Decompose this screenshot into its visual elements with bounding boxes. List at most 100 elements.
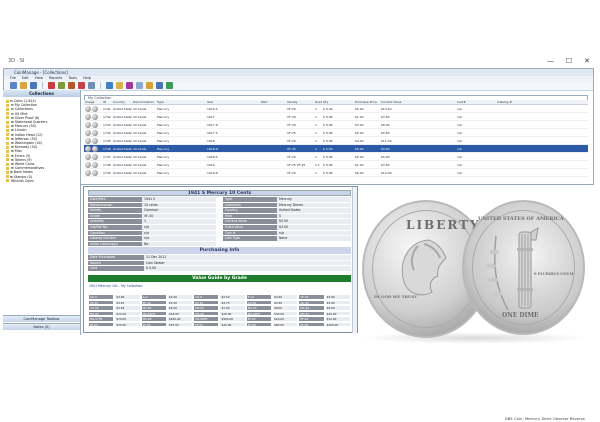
detail-scrollbar[interactable] bbox=[352, 187, 357, 333]
col-variety[interactable]: Variety bbox=[286, 100, 314, 104]
cell-cat: n/a bbox=[457, 171, 462, 175]
folder-icon bbox=[6, 99, 9, 103]
menu-tools[interactable]: Tools bbox=[68, 76, 77, 81]
minimize-button[interactable]: — bbox=[547, 57, 554, 65]
coin-icon[interactable] bbox=[146, 82, 153, 89]
new-icon[interactable] bbox=[10, 82, 17, 89]
cell-denom: 10 Cents bbox=[133, 171, 147, 175]
cell-cv: $1.00 bbox=[355, 163, 364, 167]
cell-id: 1745 bbox=[103, 139, 111, 143]
detail-label: Cat/Ref No. bbox=[88, 224, 142, 230]
delete-icon[interactable] bbox=[48, 82, 55, 89]
folder-icon bbox=[6, 124, 9, 128]
grade-value: $80.00 bbox=[272, 321, 299, 327]
detail-value: Mercury Dimes bbox=[277, 202, 351, 208]
table-row[interactable]: 1749 United States 10 Cents Mercury 1919 D VF… bbox=[84, 169, 588, 177]
menu-view[interactable]: View bbox=[35, 76, 43, 81]
cell-check: $11.00 bbox=[381, 139, 392, 143]
col-id[interactable]: ID bbox=[102, 100, 112, 104]
move-icon[interactable] bbox=[88, 82, 95, 89]
table-row[interactable]: 1744 United States 10 Cents Mercury 1917 S VF… bbox=[84, 129, 588, 137]
notes-button[interactable]: Notes (0) bbox=[3, 323, 80, 330]
grade-label: PF-66 bbox=[140, 321, 167, 327]
table-row[interactable]: 1743 United States 10 Cents Mercury 1917 D VF… bbox=[84, 121, 588, 129]
coin-thumb-icon bbox=[92, 129, 98, 136]
cell-denom: 10 Cents bbox=[133, 131, 147, 135]
add-icon[interactable] bbox=[58, 82, 65, 89]
cell-blank bbox=[496, 137, 536, 144]
col-current-value[interactable]: Current Value bbox=[380, 100, 456, 104]
grade-label: PF-67 bbox=[193, 321, 220, 327]
toolbox-button[interactable]: CoinManage Toolbox bbox=[3, 315, 80, 322]
col-purchase-price[interactable]: Purchase Price bbox=[354, 100, 380, 104]
col-catalog[interactable]: Catalog # bbox=[496, 100, 536, 104]
pencil-icon[interactable] bbox=[116, 82, 123, 89]
cell-year: 1919 bbox=[207, 163, 215, 167]
menu-file[interactable]: File bbox=[10, 76, 16, 81]
detail-row: Cert Type None bbox=[223, 236, 351, 242]
cell-blank bbox=[260, 145, 286, 152]
coin-thumb-icon bbox=[92, 137, 98, 144]
cell-price: $ 0.00 bbox=[323, 115, 333, 119]
refresh-icon[interactable] bbox=[166, 82, 173, 89]
cell-grade: VF-20 bbox=[287, 171, 296, 175]
col-grade[interactable]: Grade bbox=[314, 100, 322, 104]
detail-row: Cost $ 0.00 bbox=[88, 266, 351, 272]
col-cert[interactable]: Cert# bbox=[456, 100, 496, 104]
col-mint[interactable]: Mint bbox=[260, 100, 286, 104]
detail-label: Collection bbox=[223, 202, 277, 208]
cursor-icon[interactable] bbox=[106, 82, 113, 89]
menu-help[interactable]: Help bbox=[83, 76, 91, 81]
cell-cat: n/a bbox=[457, 115, 462, 119]
col-year[interactable]: Year bbox=[206, 100, 260, 104]
maximize-button[interactable]: ☐ bbox=[566, 57, 572, 65]
save-icon[interactable] bbox=[30, 82, 37, 89]
table-row[interactable]: 1745 United States 10 Cents Mercury 1918 VF-2… bbox=[84, 137, 588, 145]
close-button[interactable]: ✕ bbox=[584, 57, 590, 65]
detail-label: Cert # bbox=[223, 230, 277, 236]
coin-thumb-icon bbox=[92, 161, 98, 168]
folder-icon bbox=[6, 158, 9, 162]
grade-value: $25.00 bbox=[114, 321, 141, 327]
sidebar-header: Collections bbox=[3, 90, 80, 97]
detail-value: n/a bbox=[142, 236, 216, 241]
detail-value: n/a bbox=[142, 224, 216, 230]
table-row[interactable]: 1748 United States 10 Cents Mercury 1919 VF-2… bbox=[84, 161, 588, 169]
menu-reports[interactable]: Reports bbox=[49, 76, 62, 81]
col-qty[interactable]: Qty bbox=[322, 100, 354, 104]
cell-cv: $3.00 bbox=[355, 123, 364, 127]
col-denomination[interactable]: Denomination bbox=[132, 100, 156, 104]
tree-node[interactable]: Wishlist Coins bbox=[6, 179, 77, 183]
table-row[interactable]: 1742 United States 10 Cents Mercury 1917 VF-3… bbox=[84, 113, 588, 121]
report-icon[interactable] bbox=[126, 82, 133, 89]
cell-grade: VF-25 bbox=[287, 131, 296, 135]
cell-price: $ 0.00 bbox=[323, 155, 333, 159]
coin-thumb-icon bbox=[85, 145, 91, 152]
cell-country: United States bbox=[113, 131, 132, 135]
window-controls: — ☐ ✕ bbox=[547, 57, 590, 65]
table-row[interactable]: 1747 United States 10 Cents Mercury 1918 S VF… bbox=[84, 153, 588, 161]
detail-value: 1941 S bbox=[142, 197, 216, 202]
edit-icon[interactable] bbox=[68, 82, 75, 89]
detail-label: Quantity bbox=[88, 219, 142, 224]
detail-label: Condition bbox=[88, 230, 142, 236]
flag-icon[interactable] bbox=[78, 82, 85, 89]
coin-thumb-icon bbox=[85, 153, 91, 160]
col-image[interactable]: Image bbox=[84, 100, 102, 104]
export-icon[interactable] bbox=[156, 82, 163, 89]
cell-cv: $6.00 bbox=[355, 171, 364, 175]
cell-denom: 10 Cents bbox=[133, 123, 147, 127]
detail-value: n/a bbox=[142, 230, 216, 236]
col-type[interactable]: Type bbox=[156, 100, 206, 104]
table-row[interactable]: 1746 United States 10 Cents Mercury 1918 D VF… bbox=[84, 145, 588, 153]
cell-price: $ 0.00 bbox=[323, 107, 333, 111]
cell-country: United States bbox=[113, 163, 132, 167]
menu-edit[interactable]: Edit bbox=[22, 76, 29, 81]
cell-year: 1917 S bbox=[207, 131, 218, 135]
col-country[interactable]: Country bbox=[112, 100, 132, 104]
tree-node-label: Wishlist Coins bbox=[10, 178, 34, 183]
help-icon[interactable] bbox=[136, 82, 143, 89]
open-folder-icon[interactable] bbox=[20, 82, 27, 89]
table-row[interactable]: 1741 United States 10 Cents Mercury 1916 S VF… bbox=[84, 105, 588, 113]
cell-id: 1748 bbox=[103, 163, 111, 167]
